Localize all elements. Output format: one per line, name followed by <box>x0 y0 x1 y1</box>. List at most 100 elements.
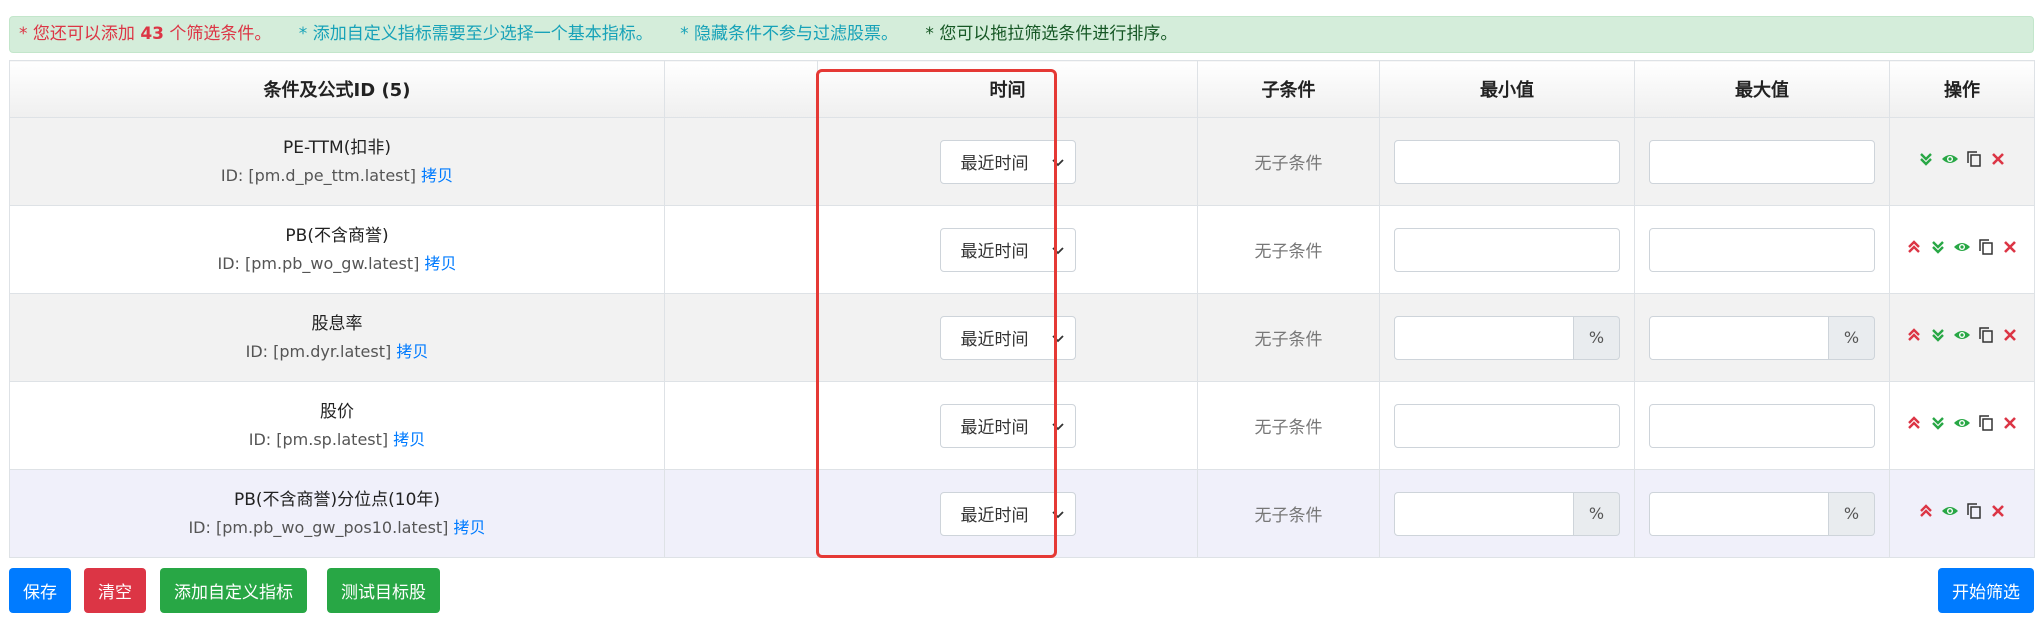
min-cell: % <box>1379 469 1635 558</box>
min-input-group <box>1394 227 1620 272</box>
condition-id: ID: [pm.sp.latest] 拷贝 <box>10 426 664 454</box>
condition-name: PB(不含商誉)分位点(10年) <box>233 489 441 510</box>
delete-icon[interactable] <box>1989 150 2007 168</box>
max-input-group: % <box>1649 491 1875 536</box>
condition-name: 股价 <box>320 401 354 422</box>
actions-cell <box>1889 469 2035 558</box>
chevron-down-icon <box>1051 510 1064 518</box>
min-input[interactable] <box>1394 227 1620 272</box>
table-row[interactable]: PE-TTM(扣非) ID: [pm.d_pe_ttm.latest] 拷贝 最… <box>9 117 2035 206</box>
move-down-icon[interactable] <box>1929 414 1947 432</box>
copy-icon[interactable] <box>1977 326 1995 344</box>
max-cell: % <box>1634 469 1890 558</box>
eye-icon[interactable] <box>1953 414 1971 432</box>
delete-icon[interactable] <box>1989 502 2007 520</box>
time-select[interactable]: 最近时间 <box>939 139 1076 184</box>
delete-icon[interactable] <box>2001 326 2019 344</box>
time-select[interactable]: 最近时间 <box>939 491 1076 536</box>
min-input[interactable] <box>1394 139 1620 184</box>
chevron-down-icon <box>1051 246 1064 254</box>
max-input[interactable] <box>1649 227 1875 272</box>
move-up-icon[interactable] <box>1905 238 1923 256</box>
copy-icon[interactable] <box>1977 238 1995 256</box>
eye-icon[interactable] <box>1941 502 1959 520</box>
percent-addon: % <box>1574 491 1620 536</box>
condition-name: PB(不含商誉) <box>285 225 389 246</box>
page: * 您还可以添加 43 个筛选条件。 * 添加自定义指标需要至少选择一个基本指标… <box>0 0 2043 622</box>
min-input-group: % <box>1394 491 1620 536</box>
subcondition-text: 无子条件 <box>1254 418 1323 438</box>
min-input-group <box>1394 139 1620 184</box>
eye-icon[interactable] <box>1953 326 1971 344</box>
copy-link[interactable]: 拷贝 <box>393 430 425 449</box>
actions-cell <box>1889 381 2035 470</box>
table-row[interactable]: PB(不含商誉)分位点(10年) ID: [pm.pb_wo_gw_pos10.… <box>9 469 2035 558</box>
move-down-icon[interactable] <box>1929 326 1947 344</box>
min-cell <box>1379 117 1635 206</box>
row-actions <box>1917 502 2007 520</box>
time-select-value: 最近时间 <box>960 242 1029 262</box>
row-actions <box>1905 238 2019 256</box>
min-cell: % <box>1379 293 1635 382</box>
condition-id: ID: [pm.dyr.latest] 拷贝 <box>10 338 664 366</box>
row-actions <box>1905 326 2019 344</box>
delete-icon[interactable] <box>2001 414 2019 432</box>
condition-id-text: ID: [pm.dyr.latest] <box>245 341 392 361</box>
time-select-value: 最近时间 <box>960 506 1029 526</box>
time-select[interactable]: 最近时间 <box>939 315 1076 360</box>
condition-cell: PB(不含商誉) ID: [pm.pb_wo_gw.latest] 拷贝 <box>9 205 665 294</box>
save-button[interactable]: 保存 <box>9 568 71 613</box>
time-select[interactable]: 最近时间 <box>939 403 1076 448</box>
condition-cell: PE-TTM(扣非) ID: [pm.d_pe_ttm.latest] 拷贝 <box>9 117 665 206</box>
table-row[interactable]: PB(不含商誉) ID: [pm.pb_wo_gw.latest] 拷贝 最近时… <box>9 205 2035 294</box>
min-input[interactable] <box>1394 403 1620 448</box>
subcondition-cell: 无子条件 <box>1197 293 1380 382</box>
max-input[interactable] <box>1649 315 1829 360</box>
test-target-stock-button[interactable]: 测试目标股 <box>327 568 440 613</box>
condition-cell: PB(不含商誉)分位点(10年) ID: [pm.pb_wo_gw_pos10.… <box>9 469 665 558</box>
table-row[interactable]: 股价 ID: [pm.sp.latest] 拷贝 最近时间 无子条件 <box>9 381 2035 470</box>
max-input[interactable] <box>1649 403 1875 448</box>
move-up-icon[interactable] <box>1917 502 1935 520</box>
min-input[interactable] <box>1394 491 1574 536</box>
copy-icon[interactable] <box>1977 414 1995 432</box>
actions-cell <box>1889 117 2035 206</box>
percent-addon: % <box>1829 491 1875 536</box>
copy-icon[interactable] <box>1965 502 1983 520</box>
copy-link[interactable]: 拷贝 <box>424 254 456 273</box>
max-cell: % <box>1634 293 1890 382</box>
max-input[interactable] <box>1649 139 1875 184</box>
max-input[interactable] <box>1649 491 1829 536</box>
move-down-icon[interactable] <box>1917 150 1935 168</box>
actions-cell <box>1889 205 2035 294</box>
copy-icon[interactable] <box>1965 150 1983 168</box>
min-input[interactable] <box>1394 315 1574 360</box>
copy-link[interactable]: 拷贝 <box>421 166 453 185</box>
time-cell: 最近时间 <box>817 381 1198 470</box>
eye-icon[interactable] <box>1953 238 1971 256</box>
header-time: 时间 <box>817 60 1198 118</box>
condition-id: ID: [pm.pb_wo_gw.latest] 拷贝 <box>10 250 664 278</box>
condition-name: 股息率 <box>311 313 363 334</box>
blank-cell <box>664 381 818 470</box>
start-screening-button[interactable]: 开始筛选 <box>1938 568 2034 613</box>
copy-link[interactable]: 拷贝 <box>396 342 428 361</box>
condition-cell: 股价 ID: [pm.sp.latest] 拷贝 <box>9 381 665 470</box>
eye-icon[interactable] <box>1941 150 1959 168</box>
move-down-icon[interactable] <box>1929 238 1947 256</box>
notice-remaining-count: 43 <box>140 24 164 44</box>
table-row[interactable]: 股息率 ID: [pm.dyr.latest] 拷贝 最近时间 无子条件 % % <box>9 293 2035 382</box>
header-actions: 操作 <box>1889 60 2035 118</box>
percent-addon: % <box>1574 315 1620 360</box>
clear-button[interactable]: 清空 <box>84 568 146 613</box>
move-up-icon[interactable] <box>1905 326 1923 344</box>
time-select-value: 最近时间 <box>960 418 1029 438</box>
time-select[interactable]: 最近时间 <box>939 227 1076 272</box>
move-up-icon[interactable] <box>1905 414 1923 432</box>
row-actions <box>1905 414 2019 432</box>
subcondition-text: 无子条件 <box>1254 154 1323 174</box>
condition-id-text: ID: [pm.pb_wo_gw_pos10.latest] <box>188 517 449 537</box>
add-custom-indicator-button[interactable]: 添加自定义指标 <box>160 568 307 613</box>
delete-icon[interactable] <box>2001 238 2019 256</box>
copy-link[interactable]: 拷贝 <box>454 518 486 537</box>
